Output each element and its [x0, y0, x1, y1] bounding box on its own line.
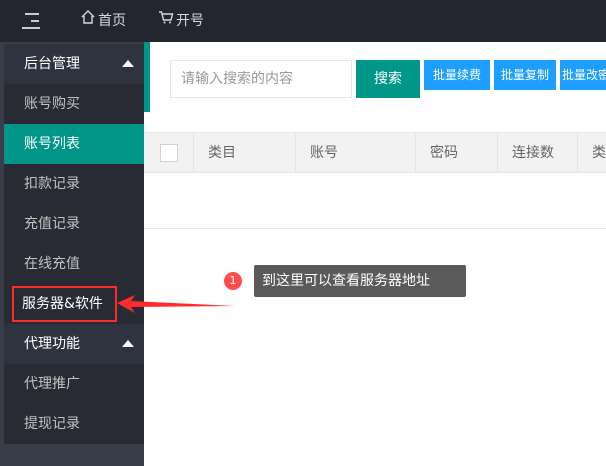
- column-header-password[interactable]: 密码: [416, 133, 498, 173]
- sidebar-group-label: 代理功能: [24, 336, 80, 352]
- column-header-connections[interactable]: 连接数: [498, 133, 578, 173]
- sidebar-item-label: 充值记录: [24, 216, 80, 232]
- sidebar-item-buy-account[interactable]: 账号购买: [4, 84, 144, 124]
- sidebar-item-label: 扣款记录: [24, 176, 80, 192]
- sidebar-item-label: 账号列表: [24, 136, 80, 152]
- sidebar-item-online-recharge[interactable]: 在线充值: [4, 244, 144, 284]
- menu-toggle-icon[interactable]: [22, 12, 42, 30]
- toolbar: 搜索 批量续费 批量复制 批量改密: [144, 42, 606, 112]
- sidebar-item-account-list[interactable]: 账号列表: [4, 124, 144, 164]
- sidebar: 后台管理 账号购买 账号列表 扣款记录 充值记录 在线充值 服务器&软件 代理功…: [0, 42, 144, 466]
- sidebar-item-label: 提现记录: [24, 416, 80, 432]
- sidebar-item-label: 代理推广: [24, 376, 80, 392]
- step-badge: 1: [224, 272, 242, 290]
- batch-renew-button[interactable]: 批量续费: [424, 60, 490, 90]
- sidebar-item-label: 在线充值: [24, 256, 80, 272]
- column-header-account[interactable]: 账号: [296, 133, 416, 173]
- sidebar-item-withdraw-records[interactable]: 提现记录: [4, 404, 144, 444]
- table-header: 类目 账号 密码 连接数 类型: [144, 133, 606, 173]
- sidebar-group-admin[interactable]: 后台管理: [4, 44, 144, 84]
- nav-home-link[interactable]: 首页: [80, 0, 126, 42]
- sidebar-group-agent[interactable]: 代理功能: [4, 324, 144, 364]
- column-header-category[interactable]: 类目: [194, 133, 296, 173]
- data-table: 类目 账号 密码 连接数 类型: [144, 132, 606, 229]
- annotation-tooltip: 到这里可以查看服务器地址: [254, 265, 466, 297]
- main-content: 搜索 批量续费 批量复制 批量改密 类目 账号 密码 连接数 类型: [144, 42, 606, 466]
- search-input[interactable]: [170, 60, 352, 98]
- sidebar-item-agent-promotion[interactable]: 代理推广: [4, 364, 144, 404]
- cart-icon: [158, 0, 174, 42]
- nav-open-link[interactable]: 开号: [158, 0, 204, 42]
- highlight-box: [12, 286, 117, 322]
- column-header-type[interactable]: 类型: [578, 133, 606, 173]
- top-bar: 首页 开号: [0, 0, 606, 42]
- search-button[interactable]: 搜索: [356, 60, 420, 98]
- home-icon: [80, 0, 96, 42]
- batch-edit-button[interactable]: 批量改密: [560, 60, 606, 90]
- sidebar-item-label: 账号购买: [24, 96, 80, 112]
- batch-copy-button[interactable]: 批量复制: [494, 60, 556, 90]
- select-all-cell: [144, 133, 194, 173]
- caret-up-icon: [122, 340, 134, 347]
- sidebar-item-recharge-records[interactable]: 充值记录: [4, 204, 144, 244]
- caret-up-icon: [122, 60, 134, 67]
- pointer-arrow-icon: [117, 295, 235, 313]
- nav-home-label: 首页: [98, 13, 126, 29]
- sidebar-item-deductions[interactable]: 扣款记录: [4, 164, 144, 204]
- select-all-checkbox[interactable]: [160, 144, 178, 162]
- nav-open-label: 开号: [176, 13, 204, 29]
- table-divider: [144, 228, 606, 229]
- sidebar-group-label: 后台管理: [24, 56, 80, 72]
